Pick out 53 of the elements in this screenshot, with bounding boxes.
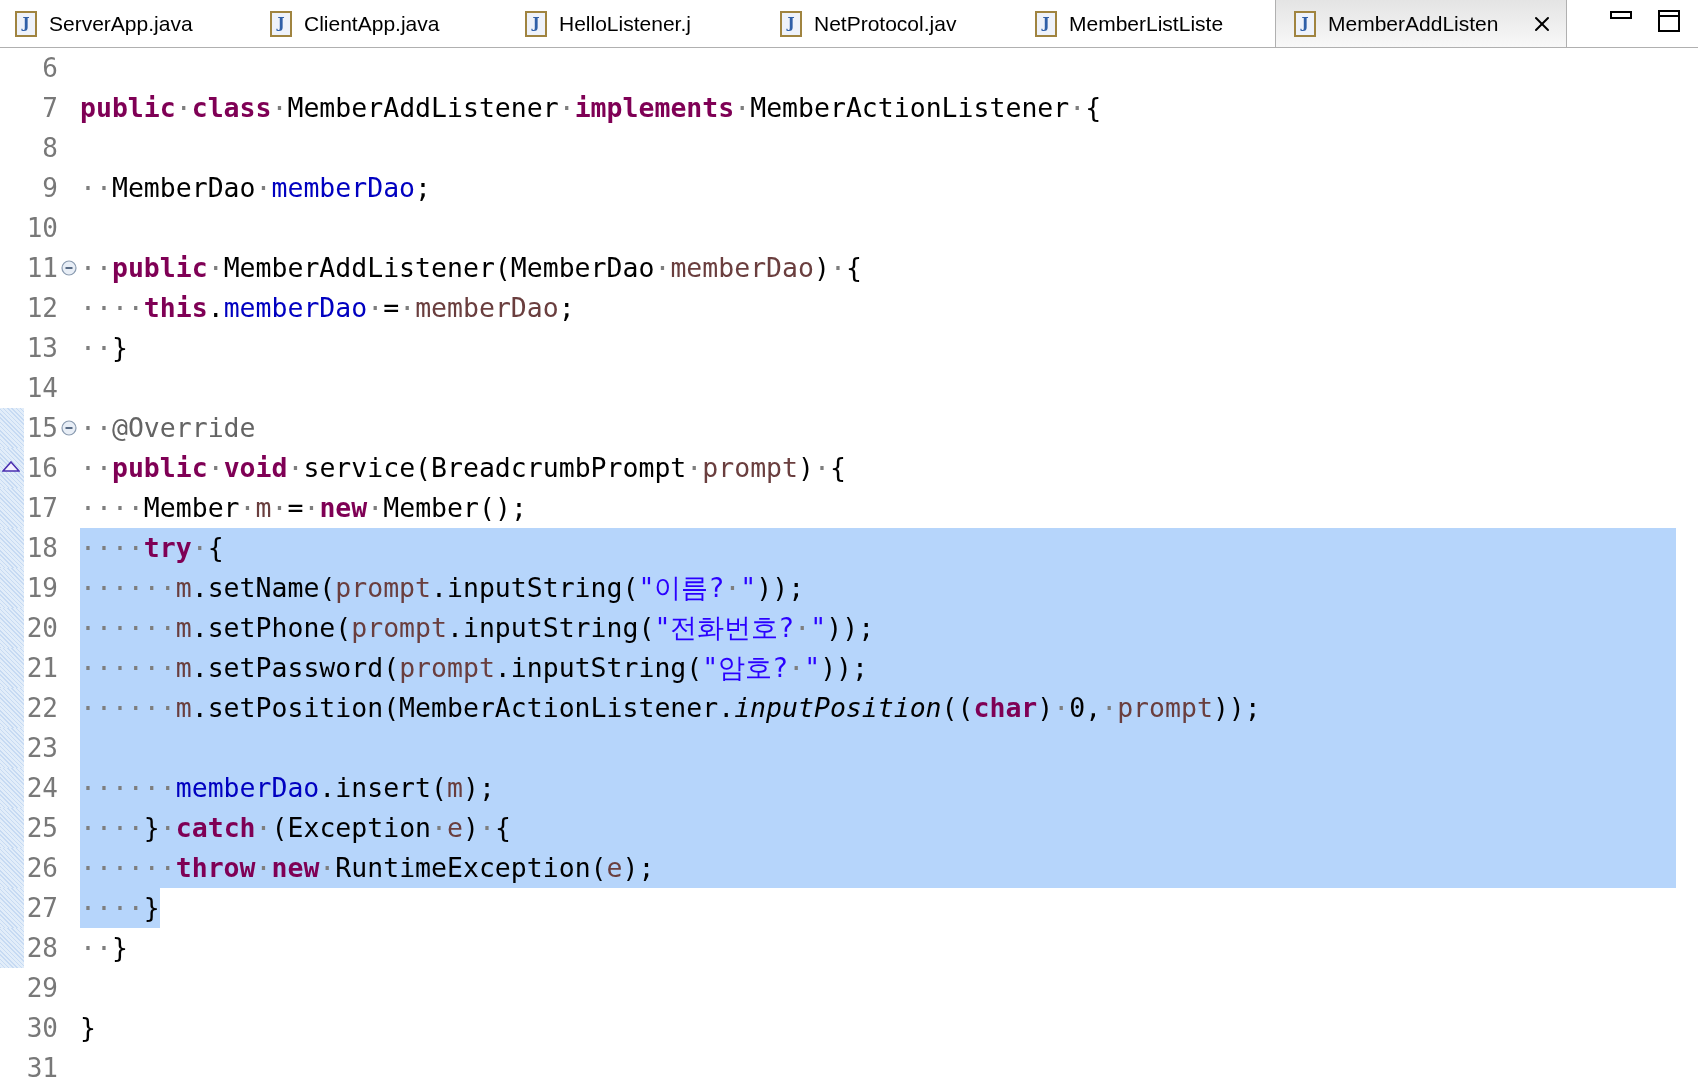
line-number: 10	[25, 212, 58, 245]
line-number: 9	[41, 172, 58, 205]
java-file-icon: J	[1294, 10, 1316, 37]
line-number: 6	[41, 52, 58, 85]
line-number: 13	[25, 332, 58, 365]
code-line: ··}	[80, 931, 128, 965]
java-file-icon: J	[1035, 10, 1057, 37]
tab-label: MemberAddListen	[1328, 10, 1499, 37]
code-line: ····this.memberDao·=·memberDao;	[80, 291, 575, 325]
tab-label: MemberListListe	[1069, 10, 1224, 37]
line-number: 23	[25, 732, 58, 765]
line-number: 25	[25, 812, 58, 845]
line-number: 20	[25, 612, 58, 645]
line-number: 17	[25, 492, 58, 525]
tab-label: HelloListener.j	[559, 10, 691, 37]
code-line: ····Member·m·=·new·Member();	[80, 491, 527, 525]
code-line: ··public·void·service(BreadcrumbPrompt·prompt)·{	[80, 451, 846, 485]
line-number: 28	[25, 932, 58, 965]
minimize-icon[interactable]	[1610, 10, 1632, 20]
line-number: 11	[25, 252, 58, 285]
collapse-icon[interactable]	[61, 260, 77, 276]
tab-label: ClientApp.java	[304, 10, 440, 37]
line-number: 15	[25, 412, 58, 445]
line-number: 18	[25, 532, 58, 565]
line-number: 24	[25, 772, 58, 805]
code-line: ··MemberDao·memberDao;	[80, 171, 432, 205]
code-line: ··}	[80, 331, 128, 365]
java-file-icon: J	[15, 10, 37, 37]
tab-label: ServerApp.java	[49, 10, 193, 37]
line-number: 12	[25, 292, 58, 325]
editor-tab[interactable]: J MemberAddListen	[1275, 0, 1567, 47]
line-number: 26	[25, 852, 58, 885]
java-file-icon: J	[780, 10, 802, 37]
java-file-icon: J	[270, 10, 292, 37]
line-number: 21	[25, 652, 58, 685]
code-line: ··public·MemberAddListener(MemberDao·memberDao)·{	[80, 251, 862, 285]
line-number: 19	[25, 572, 58, 605]
code-line: ··@Override	[80, 411, 256, 445]
tab-label: NetProtocol.jav	[814, 10, 957, 37]
line-number: 30	[25, 1012, 58, 1045]
java-file-icon: J	[525, 10, 547, 37]
collapse-icon[interactable]	[61, 420, 77, 436]
maximize-icon[interactable]	[1658, 10, 1680, 32]
code-line: public·class·MemberAddListener·implements·MemberActionListener·{	[80, 91, 1102, 125]
line-number: 27	[25, 892, 58, 925]
line-number: 14	[25, 372, 58, 405]
line-number: 29	[25, 972, 58, 1005]
line-number: 22	[25, 692, 58, 725]
code-line: }	[80, 1011, 96, 1045]
line-number: 8	[41, 132, 58, 165]
line-number: 7	[41, 92, 58, 125]
line-number: 16	[25, 452, 58, 485]
line-number: 31	[25, 1052, 58, 1085]
